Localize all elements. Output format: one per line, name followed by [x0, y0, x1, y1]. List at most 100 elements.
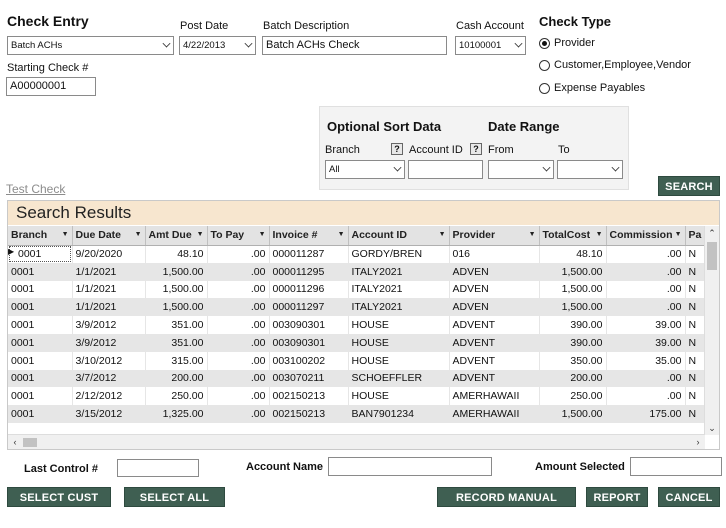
select-cust-paid-button[interactable]: SELECT CUST PAID — [7, 487, 111, 524]
table-cell: N — [685, 262, 706, 281]
table-row[interactable]: 0001 3/10/2012 315.00.00 003100202 HOUSE ADVE… — [8, 351, 706, 370]
scroll-thumb[interactable] — [23, 438, 37, 447]
table-cell: 0001 — [8, 245, 73, 263]
scroll-down-icon[interactable]: ⌄ — [705, 421, 719, 435]
results-header-row: Branch ▼ Due Date ▼ Amt Due ▼ To Pay ▼ Invoice #… — [8, 226, 706, 246]
cancel-button[interactable]: CANCEL — [658, 487, 720, 507]
table-cell: 0001 — [8, 298, 73, 317]
branch-select[interactable]: All — [325, 160, 405, 179]
amount-selected-label: Amount Selected — [535, 461, 625, 473]
table-row[interactable]: 0001 9/20/2020 48.10.00 000011287 GORDY/BREN… — [8, 245, 706, 263]
filter-dropdown-icon[interactable]: ▼ — [197, 231, 204, 238]
column-header[interactable]: Invoice # ▼ — [269, 226, 349, 246]
table-cell: HOUSE — [348, 333, 450, 352]
table-cell: .00 — [207, 316, 270, 334]
table-row[interactable]: 0001 3/15/2012 1,325.00.00 002150213 BAN7901… — [8, 405, 706, 423]
radio-customer-label: Customer,Employee,Vendor — [554, 59, 691, 71]
post-date-select[interactable]: 4/22/2013 — [179, 36, 256, 55]
select-all-button[interactable]: SELECT ALL — [124, 487, 225, 507]
table-cell: HOUSE — [348, 316, 450, 334]
table-cell: 1,500.00 — [539, 262, 607, 281]
table-cell: 0001 — [8, 387, 73, 406]
filter-dropdown-icon[interactable]: ▼ — [338, 231, 345, 238]
account-id-help-icon[interactable]: ? — [470, 143, 482, 155]
vertical-scrollbar[interactable]: ⌃ ⌄ — [704, 226, 719, 435]
table-cell: 1,500.00 — [145, 262, 208, 281]
table-cell: .00 — [207, 387, 270, 406]
chevron-down-icon — [514, 39, 523, 48]
report-button[interactable]: REPORT — [586, 487, 648, 507]
column-header[interactable]: Amt Due ▼ — [145, 226, 208, 246]
column-header[interactable]: Due Date ▼ — [72, 226, 146, 246]
table-cell: .00 — [207, 280, 270, 299]
column-header[interactable]: Provider ▼ — [449, 226, 540, 246]
post-date-label: Post Date — [180, 20, 229, 32]
record-manual-check-button[interactable]: RECORD MANUAL CHECK — [437, 487, 576, 524]
filter-dropdown-icon[interactable]: ▼ — [529, 231, 536, 238]
results-table[interactable]: Branch ▼ Due Date ▼ Amt Due ▼ To Pay ▼ Invoice #… — [8, 226, 706, 423]
check-entry-select[interactable]: Batch ACHs — [7, 36, 174, 55]
search-button[interactable]: SEARCH — [658, 176, 720, 196]
column-header-label: Invoice # — [272, 229, 318, 242]
filter-dropdown-icon[interactable]: ▼ — [675, 231, 682, 238]
scroll-left-icon[interactable]: ‹ — [8, 435, 22, 449]
radio-customer-employee-vendor[interactable]: Customer,Employee,Vendor — [539, 59, 691, 71]
radio-unselected-icon — [539, 59, 550, 71]
chevron-down-icon — [244, 39, 253, 48]
filter-dropdown-icon[interactable]: ▼ — [62, 231, 69, 238]
table-cell: 1,500.00 — [539, 298, 607, 317]
scroll-right-icon[interactable]: › — [691, 435, 705, 449]
check-entry-value: Batch ACHs — [11, 40, 63, 51]
radio-provider[interactable]: Provider — [539, 37, 595, 49]
table-cell: ADVEN — [449, 298, 540, 317]
filter-dropdown-icon[interactable]: ▼ — [259, 231, 266, 238]
horizontal-scrollbar[interactable]: ‹ › — [8, 434, 705, 449]
starting-check-input[interactable]: A00000001 — [6, 77, 96, 96]
table-cell: 0001 — [8, 262, 73, 281]
filter-dropdown-icon[interactable]: ▼ — [439, 231, 446, 238]
column-header[interactable]: Pa — [685, 226, 706, 246]
table-row[interactable]: 0001 1/1/2021 1,500.00.00 000011297 ITALY202… — [8, 298, 706, 317]
account-name-input[interactable] — [328, 457, 492, 476]
table-cell: ADVENT — [449, 351, 540, 370]
table-cell: N — [685, 387, 706, 406]
table-cell: ADVEN — [449, 280, 540, 299]
column-header[interactable]: Branch ▼ — [8, 226, 73, 246]
column-header[interactable]: To Pay ▼ — [207, 226, 270, 246]
table-cell: 3/9/2012 — [72, 333, 146, 352]
filter-dropdown-icon[interactable]: ▼ — [596, 231, 603, 238]
filter-dropdown-icon[interactable]: ▼ — [135, 231, 142, 238]
table-row[interactable]: 0001 3/9/2012 351.00.00 003090301 HOUSE ADVEN… — [8, 316, 706, 334]
table-cell: GORDY/BREN — [348, 245, 450, 263]
column-header-label: Due Date — [75, 229, 122, 242]
check-entry-title: Check Entry — [7, 13, 89, 29]
chevron-down-icon — [162, 39, 171, 48]
table-row[interactable]: 0001 2/12/2012 250.00.00 002150213 HOUSE AMER… — [8, 387, 706, 406]
table-row[interactable]: 0001 1/1/2021 1,500.00.00 000011295 ITALY202… — [8, 262, 706, 281]
amount-selected-input[interactable] — [630, 457, 722, 476]
batch-description-input[interactable]: Batch ACHs Check — [262, 36, 447, 55]
current-row-indicator-icon: ▶ — [8, 247, 15, 256]
account-id-input[interactable] — [408, 160, 483, 179]
table-row[interactable]: 0001 1/1/2021 1,500.00.00 000011296 ITALY202… — [8, 280, 706, 299]
column-header[interactable]: TotalCost ▼ — [539, 226, 607, 246]
table-row[interactable]: 0001 3/9/2012 351.00.00 003090301 HOUSE ADVEN… — [8, 333, 706, 352]
column-header[interactable]: Account ID ▼ — [348, 226, 450, 246]
test-check-link[interactable]: Test Check — [6, 182, 65, 196]
search-results-panel: Search Results Branch ▼ Due Date ▼ Amt Due ▼ T… — [7, 200, 720, 450]
cash-account-select[interactable]: 10100001 — [455, 36, 526, 55]
table-row[interactable]: 0001 3/7/2012 200.00.00 003070211 SCHOEFFLER… — [8, 369, 706, 388]
date-to-select[interactable] — [557, 160, 623, 179]
scroll-thumb[interactable] — [707, 242, 717, 270]
date-from-select[interactable] — [488, 160, 554, 179]
table-cell: N — [685, 351, 706, 370]
table-cell: .00 — [207, 298, 270, 317]
scroll-up-icon[interactable]: ⌃ — [705, 226, 719, 240]
radio-expense-payables[interactable]: Expense Payables — [539, 82, 645, 94]
table-cell: 0001 — [8, 405, 73, 423]
table-cell: ITALY2021 — [348, 298, 450, 317]
table-cell: SCHOEFFLER — [348, 369, 450, 388]
branch-help-icon[interactable]: ? — [391, 143, 403, 155]
last-control-input[interactable] — [117, 459, 199, 477]
column-header[interactable]: Commission ▼ — [606, 226, 686, 246]
